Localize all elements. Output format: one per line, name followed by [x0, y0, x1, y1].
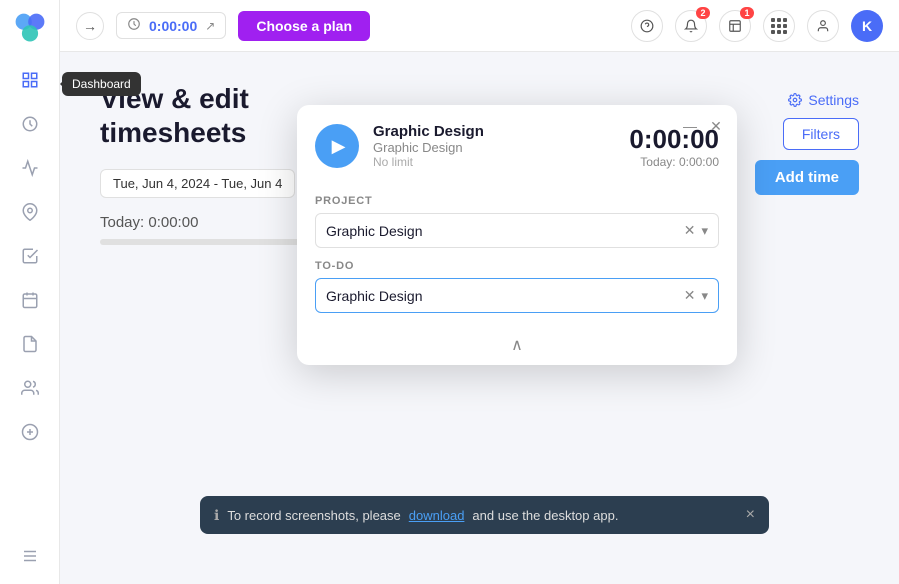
filters-button[interactable]: Filters — [783, 118, 859, 150]
nav-forward-button[interactable]: → — [76, 12, 104, 40]
modal-project-name: Graphic Design — [373, 140, 615, 155]
sidebar-item-settings[interactable] — [12, 538, 48, 574]
modal-task-info: Graphic Design Graphic Design No limit — [373, 123, 615, 169]
todo-select-value: Graphic Design — [326, 288, 678, 304]
notification-link[interactable]: download — [409, 508, 465, 523]
sidebar-item-location[interactable] — [12, 194, 48, 230]
timer-modal: ▶ Graphic Design Graphic Design No limit… — [297, 105, 737, 365]
project-field-label: PROJECT — [315, 195, 719, 207]
timer-display: 0:00:00 — [149, 18, 197, 34]
add-time-button[interactable]: Add time — [755, 160, 859, 195]
tasks-badge: 1 — [740, 7, 754, 19]
topbar-icons: 2 1 K — [631, 10, 883, 42]
sidebar-item-dashboard[interactable] — [12, 62, 48, 98]
todo-chevron-icon[interactable]: ▾ — [701, 288, 708, 304]
tasks-button[interactable]: 1 — [719, 10, 751, 42]
settings-label: Settings — [808, 92, 859, 108]
info-icon: ℹ — [214, 507, 219, 524]
todo-select[interactable]: Graphic Design ✕ ▾ — [315, 278, 719, 313]
sidebar-item-timer[interactable] — [12, 106, 48, 142]
collapse-icon: ∧ — [511, 335, 523, 355]
play-icon: ▶ — [332, 136, 346, 157]
topbar: → 0:00:00 ↗ Choose a plan 2 1 — [60, 0, 899, 52]
choose-plan-button[interactable]: Choose a plan — [238, 11, 370, 41]
settings-link[interactable]: Settings — [788, 92, 859, 108]
grid-menu-button[interactable] — [763, 10, 795, 42]
timer-icon — [127, 17, 141, 34]
notification-banner: ℹ To record screenshots, please download… — [200, 496, 769, 534]
sidebar-item-tasks[interactable] — [12, 238, 48, 274]
modal-collapse-button[interactable]: ∧ — [297, 329, 737, 365]
modal-minimize-button[interactable]: — — [679, 115, 701, 137]
todo-clear-icon[interactable]: ✕ — [684, 287, 696, 304]
modal-close-button[interactable]: ✕ — [705, 115, 727, 137]
user-avatar[interactable]: K — [851, 10, 883, 42]
profile-icon-button[interactable] — [807, 10, 839, 42]
project-clear-icon[interactable]: ✕ — [684, 222, 696, 239]
sidebar-item-people[interactable] — [12, 370, 48, 406]
modal-task-name: Graphic Design — [373, 123, 615, 140]
modal-play-button[interactable]: ▶ — [315, 124, 359, 168]
sidebar-item-notes[interactable] — [12, 326, 48, 362]
dashboard-tooltip: Dashboard — [62, 72, 141, 96]
project-select[interactable]: Graphic Design ✕ ▾ — [315, 213, 719, 248]
modal-header: ▶ Graphic Design Graphic Design No limit… — [297, 105, 737, 183]
notification-badge: 2 — [696, 7, 710, 19]
notification-text: To record screenshots, please — [227, 508, 400, 523]
notification-close-button[interactable]: × — [746, 506, 755, 524]
date-range-badge[interactable]: Tue, Jun 4, 2024 - Tue, Jun 4 — [100, 169, 295, 198]
help-button[interactable] — [631, 10, 663, 42]
sidebar-item-billing[interactable] — [12, 414, 48, 450]
timer-expand-icon[interactable]: ↗ — [205, 19, 215, 33]
project-select-value: Graphic Design — [326, 223, 678, 239]
modal-today-time: Today: 0:00:00 — [629, 155, 719, 169]
todo-field-label: TO-DO — [315, 260, 719, 272]
project-chevron-icon[interactable]: ▾ — [701, 223, 708, 239]
sidebar-item-calendar[interactable] — [12, 282, 48, 318]
timer-widget[interactable]: 0:00:00 ↗ — [116, 12, 226, 39]
sidebar-item-reports[interactable] — [12, 150, 48, 186]
modal-body: PROJECT Graphic Design ✕ ▾ TO-DO Graphic… — [297, 195, 737, 329]
modal-no-limit: No limit — [373, 155, 615, 169]
notifications-button[interactable]: 2 — [675, 10, 707, 42]
app-logo[interactable] — [12, 10, 48, 46]
notification-text2: and use the desktop app. — [472, 508, 618, 523]
sidebar — [0, 0, 60, 584]
